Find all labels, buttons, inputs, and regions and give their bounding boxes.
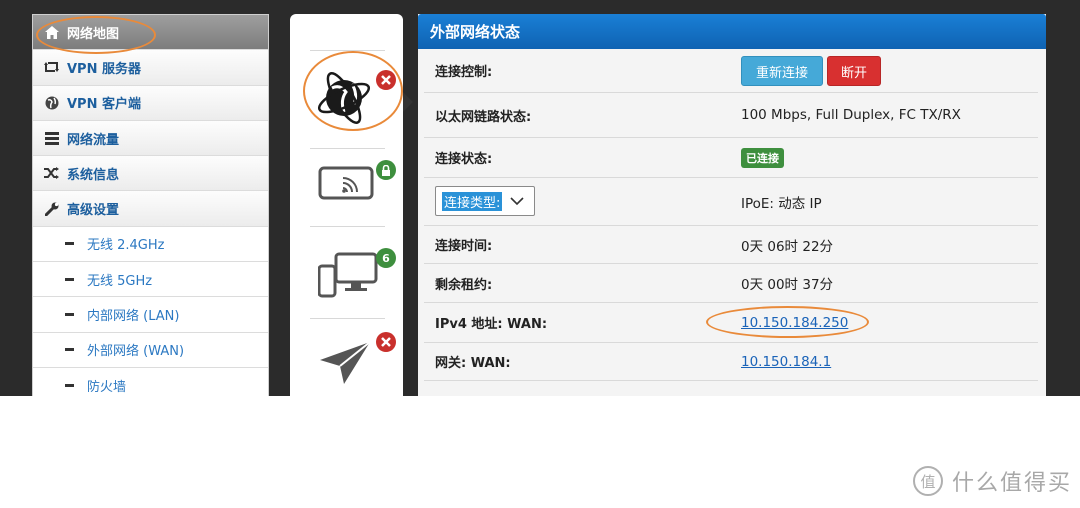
error-x-icon [376, 332, 396, 352]
row-dns-partial [424, 381, 1038, 396]
row-label: IPv4 地址: WAN: [435, 317, 548, 332]
sidebar-item-label: VPN 客户端 [67, 97, 141, 113]
row-label: 连接状态: [435, 152, 493, 167]
wireless-device-icon [318, 166, 374, 200]
row-label: 剩余租约: [435, 277, 493, 293]
reconnect-button[interactable]: 重新连接 [741, 56, 823, 86]
clients-devices-icon [318, 252, 378, 298]
client-count-badge: 6 [376, 248, 396, 268]
shuffle-icon [44, 166, 59, 181]
wrench-icon [44, 201, 59, 216]
divider [310, 50, 385, 51]
row-label: 连接时间: [435, 239, 493, 254]
sidebar-subitem-wifi-24[interactable]: 无线 2.4GHz [33, 226, 268, 263]
dash-icon [65, 313, 74, 317]
sidebar-item-label: 高级设置 [67, 203, 120, 219]
panel-title: 外部网络状态 [418, 14, 1046, 49]
watermark-logo-text: 值 [920, 473, 935, 491]
sidebar-item-label: VPN 服务器 [67, 61, 141, 77]
row-label: 以太网链路状态: [435, 109, 532, 125]
connection-type-selected: 连接类型: [442, 191, 503, 211]
lease-remaining-value: 0天 00时 37分 [741, 277, 834, 293]
connection-type-value: IPoE: 动态 IP [741, 195, 822, 212]
ipv4-address-link[interactable]: 10.150.184.250 [741, 315, 848, 331]
lock-icon [376, 160, 396, 180]
divider [310, 226, 385, 227]
row-lease-remaining: 剩余租约: 0天 00时 37分 [424, 264, 1038, 303]
disconnect-button[interactable]: 断开 [827, 56, 881, 86]
gateway-link[interactable]: 10.150.184.1 [741, 354, 831, 370]
error-x-icon [376, 70, 396, 90]
row-connection-type: 连接类型: IPoE: 动态 IP [424, 178, 1038, 226]
row-ethernet-link: 以太网链路状态: 100 Mbps, Full Duplex, FC TX/RX [424, 93, 1038, 138]
sidebar-subitem-label: 外部网络 (WAN) [87, 344, 185, 360]
sidebar-item-vpn-client[interactable]: VPN 客户端 [33, 85, 268, 121]
sidebar-item-advanced[interactable]: 高级设置 [33, 191, 268, 227]
divider [310, 148, 385, 149]
sidebar-item-label: 系统信息 [67, 167, 120, 183]
sidebar-item-network-map[interactable]: 网络地图 [33, 15, 268, 51]
sidebar-subitem-label: 内部网络 (LAN) [87, 309, 180, 325]
network-map-icon-column: 6 [290, 14, 413, 396]
sidebar-item-label: 网络地图 [67, 26, 120, 42]
ethernet-link-value: 100 Mbps, Full Duplex, FC TX/RX [741, 107, 961, 123]
row-connection-time: 连接时间: 0天 06时 22分 [424, 226, 1038, 264]
status-cell: 已连接 [741, 147, 784, 168]
sidebar-item-system-info[interactable]: 系统信息 [33, 156, 268, 192]
watermark: 值 什么值得买 [912, 465, 1072, 497]
internet-globe-icon [318, 72, 371, 124]
paper-plane-icon [320, 341, 371, 384]
traffic-icon [44, 131, 59, 146]
dns-link-partial[interactable] [741, 393, 745, 396]
router-admin-screen: 网络地图 VPN 服务器 VPN 客户端 网络流量 系统信息 高级设置 无线 2… [0, 0, 1080, 396]
row-connection-status: 连接状态: 已连接 [424, 138, 1038, 178]
sidebar-subitem-label: 防火墙 [87, 379, 127, 395]
status-badge: 已连接 [741, 147, 784, 168]
vpn-server-icon [44, 60, 59, 75]
globe-icon [44, 95, 59, 110]
row-connection-control: 连接控制: 重新连接 断开 [424, 49, 1038, 93]
sidebar-item-vpn-server[interactable]: VPN 服务器 [33, 50, 268, 86]
screenshot-stage: 网络地图 VPN 服务器 VPN 客户端 网络流量 系统信息 高级设置 无线 2… [0, 0, 1080, 508]
connection-time-value: 0天 06时 22分 [741, 238, 834, 255]
sidebar-subitem-firewall[interactable]: 防火墙 [33, 367, 268, 396]
sidebar-subitem-lan[interactable]: 内部网络 (LAN) [33, 297, 268, 333]
chevron-down-icon [510, 197, 524, 206]
row-ipv4-address: IPv4 地址: WAN: 10.150.184.250 [424, 303, 1038, 343]
sidebar-subitem-label: 无线 2.4GHz [87, 238, 165, 254]
sidebar-subitem-wifi-5[interactable]: 无线 5GHz [33, 262, 268, 298]
watermark-text: 什么值得买 [952, 471, 1073, 496]
sidebar-menu: 网络地图 VPN 服务器 VPN 客户端 网络流量 系统信息 高级设置 无线 2… [32, 14, 269, 396]
sidebar-subitem-label: 无线 5GHz [87, 273, 153, 289]
row-label: 连接控制: [435, 65, 493, 80]
sidebar-item-label: 网络流量 [67, 132, 120, 148]
dash-icon [65, 348, 74, 352]
sidebar-subitem-wan[interactable]: 外部网络 (WAN) [33, 332, 268, 368]
dash-icon [65, 277, 74, 281]
wan-status-panel: 外部网络状态 连接控制: 重新连接 断开 以太网链路状态: 100 Mbps, … [418, 14, 1046, 396]
home-icon [44, 25, 59, 40]
sidebar-item-traffic[interactable]: 网络流量 [33, 120, 268, 157]
row-gateway: 网关: WAN: 10.150.184.1 [424, 343, 1038, 381]
row-label: 网关: WAN: [435, 356, 511, 371]
divider [310, 318, 385, 319]
connection-type-select[interactable]: 连接类型: [435, 186, 535, 216]
dash-icon [65, 242, 74, 246]
dash-icon [65, 383, 74, 387]
smzdm-logo-icon: 值 [913, 466, 943, 496]
selection-pointer [403, 92, 413, 112]
